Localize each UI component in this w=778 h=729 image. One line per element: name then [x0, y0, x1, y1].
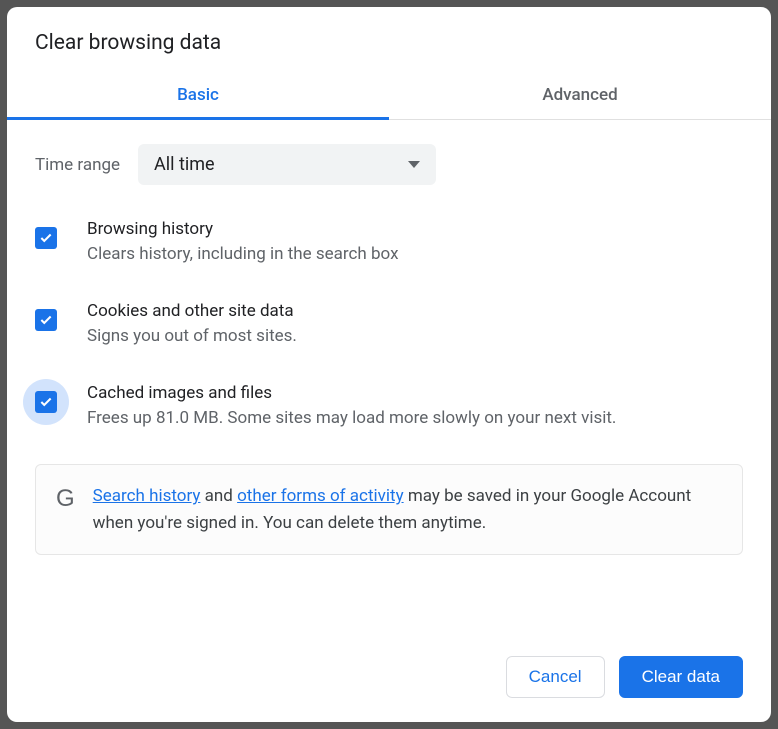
- google-logo-icon: G: [56, 485, 75, 513]
- time-range-row: Time range All time: [35, 144, 743, 185]
- dialog-footer: Cancel Clear data: [7, 656, 771, 722]
- option-desc: Frees up 81.0 MB. Some sites may load mo…: [87, 407, 743, 431]
- checkbox-cookies[interactable]: [35, 309, 57, 331]
- option-browsing-history: Browsing history Clears history, includi…: [35, 219, 743, 267]
- checkbox-browsing-history[interactable]: [35, 227, 57, 249]
- info-text-mid: and: [200, 486, 237, 506]
- tabs: Basic Advanced: [7, 73, 771, 120]
- option-text: Browsing history Clears history, includi…: [87, 219, 743, 267]
- time-range-label: Time range: [35, 155, 120, 175]
- checkmark-icon: [39, 313, 53, 327]
- link-search-history[interactable]: Search history: [93, 486, 201, 506]
- checkmark-icon: [39, 231, 53, 245]
- option-title: Browsing history: [87, 219, 743, 239]
- option-cookies: Cookies and other site data Signs you ou…: [35, 301, 743, 349]
- tab-basic[interactable]: Basic: [7, 73, 389, 119]
- dialog-content: Time range All time Browsing history Cle…: [7, 120, 771, 656]
- clear-data-button[interactable]: Clear data: [619, 656, 743, 698]
- checkmark-icon: [39, 395, 53, 409]
- google-account-info: G Search history and other forms of acti…: [35, 464, 743, 555]
- time-range-select[interactable]: All time: [138, 144, 436, 185]
- info-text: Search history and other forms of activi…: [93, 483, 722, 536]
- option-text: Cached images and files Frees up 81.0 MB…: [87, 383, 743, 431]
- checkbox-wrap: [23, 297, 69, 343]
- dialog-title: Clear browsing data: [7, 7, 771, 73]
- option-cache: Cached images and files Frees up 81.0 MB…: [35, 383, 743, 431]
- time-range-value: All time: [154, 154, 215, 175]
- clear-browsing-data-dialog: Clear browsing data Basic Advanced Time …: [7, 7, 771, 722]
- checkbox-wrap: [23, 215, 69, 261]
- option-title: Cached images and files: [87, 383, 743, 403]
- cancel-button[interactable]: Cancel: [506, 656, 605, 698]
- checkbox-cache[interactable]: [35, 391, 57, 413]
- option-desc: Clears history, including in the search …: [87, 243, 743, 267]
- option-desc: Signs you out of most sites.: [87, 325, 743, 349]
- dropdown-icon: [408, 161, 420, 168]
- option-text: Cookies and other site data Signs you ou…: [87, 301, 743, 349]
- option-title: Cookies and other site data: [87, 301, 743, 321]
- checkbox-wrap-focused: [23, 379, 69, 425]
- link-other-activity[interactable]: other forms of activity: [237, 486, 404, 506]
- tab-advanced[interactable]: Advanced: [389, 73, 771, 119]
